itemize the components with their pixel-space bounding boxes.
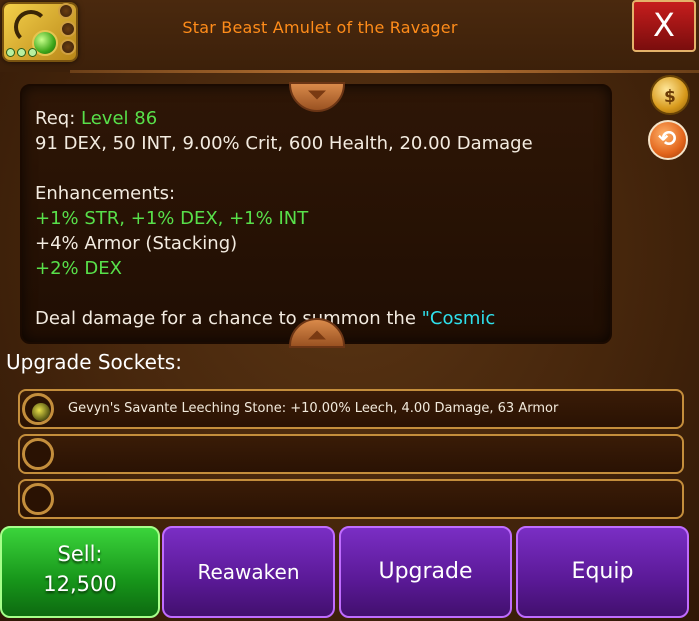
rank-dot-icon xyxy=(6,48,15,57)
sell-label: Sell: xyxy=(57,542,103,566)
header: Star Beast Amulet of the Ravager X xyxy=(0,0,699,72)
socket-slot[interactable] xyxy=(18,479,684,519)
enhancement-line: +1% STR, +1% DEX, +1% INT xyxy=(35,208,309,229)
equip-button[interactable]: Equip xyxy=(516,526,689,618)
gold-bag-symbol: $ xyxy=(664,87,676,107)
effect-highlight: "Cosmic xyxy=(421,308,496,329)
amulet-item-icon[interactable] xyxy=(2,2,78,62)
enhancements-heading: Enhancements: xyxy=(35,183,176,204)
leeching-stone-icon xyxy=(32,403,50,421)
mini-socket-icon xyxy=(60,39,76,55)
socket-ring-icon xyxy=(22,393,54,425)
upgrade-button[interactable]: Upgrade xyxy=(339,526,512,618)
swap-icon[interactable]: ⟲ xyxy=(648,120,688,160)
mini-socket-icon xyxy=(60,21,76,37)
base-stats: 91 DEX, 50 INT, 9.00% Crit, 600 Health, … xyxy=(35,133,533,154)
enhancement-line: +2% DEX xyxy=(35,258,122,279)
mini-socket-icon xyxy=(58,3,74,19)
rank-dot-icon xyxy=(28,48,37,57)
refresh-arrows-icon: ⟲ xyxy=(658,127,677,152)
header-divider xyxy=(70,70,699,73)
sell-button[interactable]: Sell: 12,500 xyxy=(0,526,160,618)
chevron-down-icon xyxy=(308,90,326,100)
requirement-level: Level 86 xyxy=(81,108,158,129)
item-description[interactable]: Req: Level 86 91 DEX, 50 INT, 9.00% Crit… xyxy=(20,84,612,344)
item-title: Star Beast Amulet of the Ravager xyxy=(182,18,458,37)
empty-socket-icon xyxy=(22,483,54,515)
upgrade-sockets-label: Upgrade Sockets: xyxy=(6,350,182,374)
effect-text: Deal damage for a chance to summon the xyxy=(35,308,422,329)
enhancement-line: +4% Armor (Stacking) xyxy=(35,233,238,254)
rank-dot-icon xyxy=(17,48,26,57)
empty-socket-icon xyxy=(22,438,54,470)
socket-slot[interactable] xyxy=(18,434,684,474)
socket-slot[interactable]: Gevyn's Savante Leeching Stone: +10.00% … xyxy=(18,389,684,429)
socket-description: Gevyn's Savante Leeching Stone: +10.00% … xyxy=(68,401,559,416)
reawaken-button[interactable]: Reawaken xyxy=(162,526,335,618)
sell-price: 12,500 xyxy=(43,572,117,596)
chevron-up-icon xyxy=(308,330,326,340)
gold-bag-icon[interactable]: $ xyxy=(650,75,690,115)
requirement-label: Req: xyxy=(35,108,76,129)
close-button[interactable]: X xyxy=(632,0,696,52)
